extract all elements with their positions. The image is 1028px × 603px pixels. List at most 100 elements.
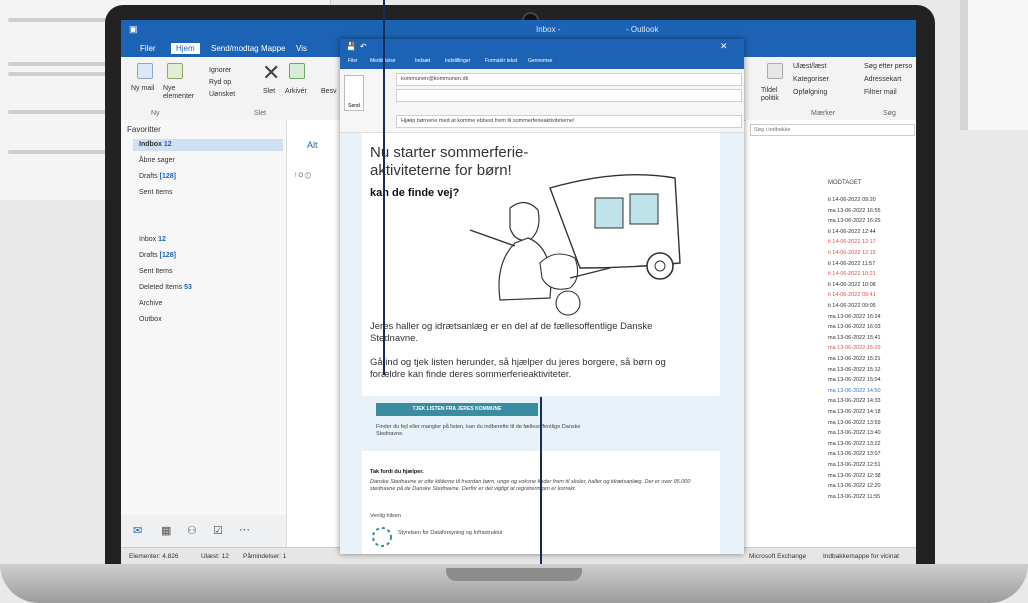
message-row-date[interactable]: ti 14-06-2022 11:57 xyxy=(828,261,875,267)
junk-button[interactable]: Uønsket xyxy=(209,91,235,99)
status-reminders[interactable]: Påmindelser: 1 xyxy=(243,553,286,560)
tasks-icon[interactable]: ☑ xyxy=(213,524,223,537)
folder-drafts[interactable]: Drafts [128] xyxy=(139,252,176,259)
group-new-label: Ny xyxy=(151,110,160,117)
message-row-date[interactable]: ma 13-06-2022 13:07 xyxy=(828,451,881,457)
column-received[interactable]: MODTAGET xyxy=(828,180,862,186)
message-row-date[interactable]: ma 13-06-2022 11:55 xyxy=(828,494,880,500)
favorite-drafts[interactable]: Drafts [128] xyxy=(139,173,176,180)
folder-inbox[interactable]: Inbox 12 xyxy=(139,236,166,243)
message-row-date[interactable]: ma 13-06-2022 15:21 xyxy=(828,356,881,362)
filter-email-button[interactable]: Filtrer mail xyxy=(864,89,897,97)
thanks-title: Tak fordi du hjælper. xyxy=(370,469,424,475)
message-row-date[interactable]: ma 13-06-2022 12:20 xyxy=(828,483,881,489)
favorite-sent[interactable]: Sent Items xyxy=(139,189,172,196)
to-field[interactable]: kommunen@kommunen.dk xyxy=(396,73,742,86)
message-row-date[interactable]: ma 13-06-2022 16:25 xyxy=(828,218,881,224)
assign-policy-button[interactable]: Tildel politik xyxy=(761,87,789,103)
window-title: Inbox - xyxy=(536,25,561,34)
outlook-app-icon: ▣ xyxy=(129,24,138,34)
new-items-icon xyxy=(167,63,183,79)
compose-tab-file[interactable]: Filer xyxy=(348,58,358,64)
cc-field[interactable] xyxy=(396,89,742,102)
calendar-icon[interactable]: ▦ xyxy=(161,524,171,537)
message-row-date[interactable]: ma 13-06-2022 16:24 xyxy=(828,314,881,320)
compose-tab-format[interactable]: Formatér tekst xyxy=(485,58,517,64)
folder-archive-label: Archive xyxy=(139,300,163,307)
folder-deleted-count: 53 xyxy=(184,284,192,291)
favorite-drafts-count: [128] xyxy=(159,173,176,180)
undo-icon[interactable]: ↶ xyxy=(360,42,367,51)
favorite-inbox[interactable]: Indbox 12 xyxy=(139,141,172,148)
favorite-open-cases[interactable]: Åbne sager xyxy=(139,157,175,164)
unread-read-button[interactable]: Ulæst/læst xyxy=(793,63,826,71)
message-row-date[interactable]: ti 14-06-2022 09:41 xyxy=(828,292,876,298)
folder-drafts-label: Drafts xyxy=(139,252,158,259)
message-row-date[interactable]: ma 13-06-2022 14:50 xyxy=(828,388,881,394)
delete-button[interactable]: Slet xyxy=(263,88,275,96)
message-row-date[interactable]: ma 13-06-2022 15:41 xyxy=(828,335,881,341)
status-folders: Indbakkemappe for vicinat xyxy=(823,553,899,560)
folder-deleted[interactable]: Deleted Items 53 xyxy=(139,284,192,291)
send-button[interactable]: Send xyxy=(344,75,364,111)
message-row-date[interactable]: ma 13-06-2022 15:04 xyxy=(828,377,881,383)
tab-home[interactable]: Hjem xyxy=(171,43,200,54)
message-row-date[interactable]: ma 13-06-2022 13:40 xyxy=(828,430,881,436)
categorize-button[interactable]: Kategoriser xyxy=(793,76,829,84)
new-items-button[interactable]: Nye elementer xyxy=(163,85,197,101)
check-list-button[interactable]: TJEK LISTEN FRA JERES KOMMUNE xyxy=(376,403,538,416)
message-row-date[interactable]: ma 13-06-2022 15:12 xyxy=(828,367,881,373)
search-box[interactable]: Søg i indbakke xyxy=(750,124,915,136)
archive-button[interactable]: Arkivér xyxy=(285,88,307,96)
compose-tab-options[interactable]: Indstillinger xyxy=(445,58,470,64)
compose-tab-review[interactable]: Gennemse xyxy=(528,58,552,64)
save-icon[interactable]: 💾 xyxy=(346,42,356,51)
message-row-date[interactable]: ma 13-06-2022 13:59 xyxy=(828,420,881,426)
outlook-titlebar: ▣ Inbox - - Outlook xyxy=(121,20,916,40)
message-row-date[interactable]: ma 13-06-2022 14:18 xyxy=(828,409,881,415)
delete-icon: ✕ xyxy=(262,60,281,85)
cleanup-button[interactable]: Ryd op xyxy=(209,79,231,87)
message-row-date[interactable]: ma 13-06-2022 15:29 xyxy=(828,345,881,351)
message-row-date[interactable]: ti 14-06-2022 12:44 xyxy=(828,229,876,235)
group-search-label: Søg xyxy=(883,110,896,117)
reply-button[interactable]: Besv xyxy=(321,88,337,96)
regards: Venlig hilsen xyxy=(370,513,401,519)
message-row-date[interactable]: ti 14-06-2022 12:17 xyxy=(828,239,876,245)
follow-up-button[interactable]: Opfølgning xyxy=(793,89,827,97)
close-icon[interactable]: ✕ xyxy=(720,41,728,52)
folder-archive[interactable]: Archive xyxy=(139,300,162,307)
message-row-date[interactable]: ti 14-06-2022 12:15 xyxy=(828,250,876,256)
people-icon[interactable]: ⚇ xyxy=(187,524,197,537)
callout-line-bottom xyxy=(540,397,542,565)
mail-icon[interactable]: ✉ xyxy=(133,524,142,537)
tab-send-receive[interactable]: Send/modtag xyxy=(206,43,264,54)
message-row-date[interactable]: ti 14-06-2022 10:08 xyxy=(828,282,876,288)
compose-tab-insert[interactable]: Indsæt xyxy=(415,58,430,64)
message-row-date[interactable]: ma 13-06-2022 16:55 xyxy=(828,208,881,214)
folder-outbox-label: Outbox xyxy=(139,316,162,323)
message-row-date[interactable]: ti 14-06-2022 09:20 xyxy=(828,197,876,203)
tab-folder[interactable]: Mappe xyxy=(256,43,290,54)
more-icon[interactable]: ⋯ xyxy=(239,523,250,536)
message-row-date[interactable]: ti 14-06-2022 10:21 xyxy=(828,271,876,277)
ignore-button[interactable]: Ignorer xyxy=(209,67,231,75)
favorite-inbox-label: Indbox xyxy=(139,141,162,148)
search-people-field[interactable]: Søg efter perso xyxy=(864,63,916,71)
compose-header: Send kommunen@kommunen.dk Hjælp børnene … xyxy=(340,69,744,133)
favorites-header[interactable]: Favoritter xyxy=(127,125,161,134)
tab-view[interactable]: Vis xyxy=(291,43,312,54)
new-mail-button[interactable]: Ny mail xyxy=(131,85,157,93)
address-book-button[interactable]: Adressekart xyxy=(864,76,901,84)
message-row-date[interactable]: ma 13-06-2022 16:03 xyxy=(828,324,881,330)
folder-outbox[interactable]: Outbox xyxy=(139,316,162,323)
message-row-date[interactable]: ma 13-06-2022 14:33 xyxy=(828,398,881,404)
message-row-date[interactable]: ma 13-06-2022 12:38 xyxy=(828,473,881,479)
filter-all-tab[interactable]: Alt xyxy=(307,140,318,150)
folder-sent[interactable]: Sent Items xyxy=(139,268,172,275)
tab-file[interactable]: Filer xyxy=(135,43,161,54)
message-row-date[interactable]: ti 14-06-2022 09:05 xyxy=(828,303,876,309)
message-row-date[interactable]: ma 13-06-2022 13:22 xyxy=(828,441,881,447)
message-row-date[interactable]: ma 13-06-2022 12:51 xyxy=(828,462,881,468)
subject-field[interactable]: Hjælp børnene med at komme ebbest frem t… xyxy=(396,115,742,128)
